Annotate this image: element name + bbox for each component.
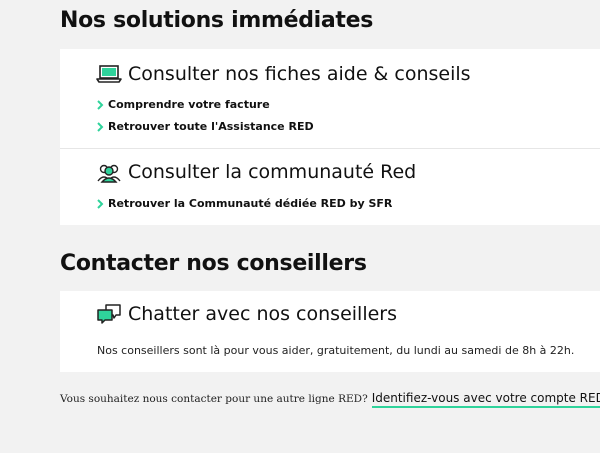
- laptop-icon: [96, 63, 122, 85]
- chat-card[interactable]: Chatter avec nos conseillers Nos conseil…: [60, 291, 600, 372]
- contact-heading: Contacter nos conseillers: [60, 251, 367, 276]
- chevron-right-icon: [97, 99, 104, 110]
- chat-description: Nos conseillers sont là pour vous aider,…: [97, 344, 575, 357]
- chat-title: Chatter avec nos conseillers: [128, 303, 397, 325]
- community-icon: [96, 161, 122, 183]
- fiches-title-row[interactable]: Consulter nos fiches aide & conseils: [96, 63, 471, 85]
- solutions-card: Consulter nos fiches aide & conseils Com…: [60, 49, 600, 225]
- link-label: Retrouver la Communauté dédiée RED by SF…: [108, 197, 393, 210]
- solutions-heading: Nos solutions immédiates: [60, 8, 374, 33]
- link-assistance-red[interactable]: Retrouver toute l'Assistance RED: [96, 120, 314, 133]
- link-label: Retrouver toute l'Assistance RED: [108, 120, 314, 133]
- chevron-right-icon: [97, 198, 104, 209]
- communaute-title-row[interactable]: Consulter la communauté Red: [96, 161, 416, 183]
- communaute-title: Consulter la communauté Red: [128, 161, 417, 183]
- divider: [60, 148, 600, 149]
- chevron-right-icon: [97, 121, 104, 132]
- footer-line: Vous souhaitez nous contacter pour une a…: [60, 391, 600, 408]
- footer-text: Vous souhaitez nous contacter pour une a…: [60, 393, 368, 405]
- page: Nos solutions immédiates Consulter nos f…: [0, 0, 600, 453]
- link-communaute-red[interactable]: Retrouver la Communauté dédiée RED by SF…: [96, 197, 392, 210]
- link-comprendre-facture[interactable]: Comprendre votre facture: [96, 98, 270, 111]
- identify-link[interactable]: Identifiez-vous avec votre compte RED: [371, 391, 600, 408]
- chat-bubbles-icon: [96, 303, 122, 325]
- link-label: Comprendre votre facture: [108, 98, 270, 111]
- chat-title-row[interactable]: Chatter avec nos conseillers: [96, 303, 397, 325]
- fiches-title: Consulter nos fiches aide & conseils: [128, 63, 471, 85]
